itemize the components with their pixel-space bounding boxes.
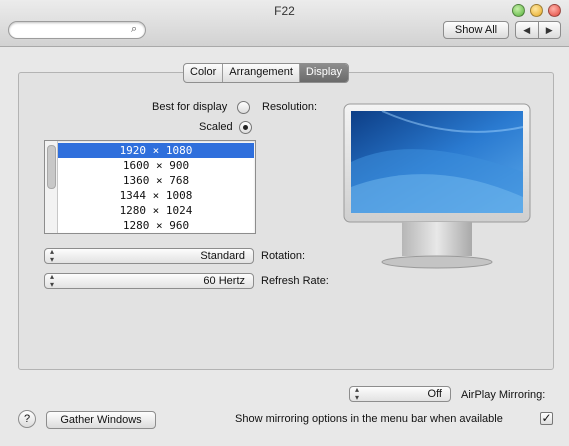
tab-display[interactable]: Display	[298, 64, 348, 82]
list-item[interactable]: 1920 × 1080	[58, 143, 254, 158]
window-title: F22	[274, 4, 295, 18]
list-item[interactable]: 1344 × 1008	[58, 188, 254, 203]
rotation-value: Standard	[200, 250, 245, 262]
help-button[interactable]: ?	[18, 410, 36, 428]
list-item[interactable]: 1360 × 768	[58, 173, 254, 188]
forward-arrow-icon[interactable]: ▶	[537, 21, 561, 39]
list-item[interactable]: 1600 × 900	[58, 158, 254, 173]
list-scrollbar[interactable]	[45, 141, 58, 233]
resolution-label: Resolution:	[262, 101, 318, 113]
search-icon: ⌕	[131, 23, 138, 35]
refresh-rate-select[interactable]: ▴ ▾ 60 Hertz	[44, 273, 254, 289]
window-controls	[512, 4, 561, 17]
tab-color[interactable]: Color	[184, 64, 222, 82]
gather-windows-button[interactable]: Gather Windows	[46, 411, 156, 429]
list-item[interactable]: 1280 × 960	[58, 218, 254, 233]
mirroring-checkbox-label: Show mirroring options in the menu bar w…	[235, 413, 503, 425]
zoom-window-button[interactable]	[512, 4, 525, 17]
list-item[interactable]: 1280 × 1024	[58, 203, 254, 218]
checkmark-icon: ✓	[541, 411, 552, 425]
resolution-option-scaled-label: Scaled	[199, 121, 233, 133]
navigation-buttons: ◀ ▶	[515, 21, 561, 39]
best-for-display-radio[interactable]	[237, 101, 250, 114]
refresh-rate-label: Refresh Rate:	[261, 275, 329, 287]
rotation-select[interactable]: ▴ ▾ Standard	[44, 248, 254, 264]
display-monitor-icon	[343, 103, 531, 269]
resolution-option-best-label: Best for display	[152, 101, 228, 113]
tab-bar: Color Arrangement Display	[183, 63, 349, 83]
stepper-arrows-icon: ▴ ▾	[50, 247, 55, 264]
rotation-label: Rotation:	[261, 250, 306, 262]
airplay-mirroring-select[interactable]: ▴ ▾ Off	[349, 386, 451, 402]
close-window-button[interactable]	[548, 4, 561, 17]
list-scroll-thumb[interactable]	[47, 145, 56, 189]
search-input[interactable]: ⌕	[8, 21, 146, 39]
show-all-button[interactable]: Show All	[443, 21, 509, 39]
airplay-mirroring-label: AirPlay Mirroring:	[461, 389, 546, 401]
resolution-list[interactable]: 1920 × 1080 1600 × 900 1360 × 768 1344 ×…	[44, 140, 256, 234]
scaled-radio[interactable]	[239, 121, 252, 134]
stepper-arrows-icon: ▴ ▾	[50, 272, 55, 289]
minimize-window-button[interactable]	[530, 4, 543, 17]
back-arrow-icon[interactable]: ◀	[515, 21, 538, 39]
tab-arrangement[interactable]: Arrangement	[222, 64, 299, 82]
stepper-arrows-icon: ▴ ▾	[355, 385, 360, 402]
show-mirroring-checkbox[interactable]: ✓	[540, 412, 553, 425]
refresh-rate-value: 60 Hertz	[203, 275, 245, 287]
airplay-mirroring-value: Off	[427, 388, 442, 400]
